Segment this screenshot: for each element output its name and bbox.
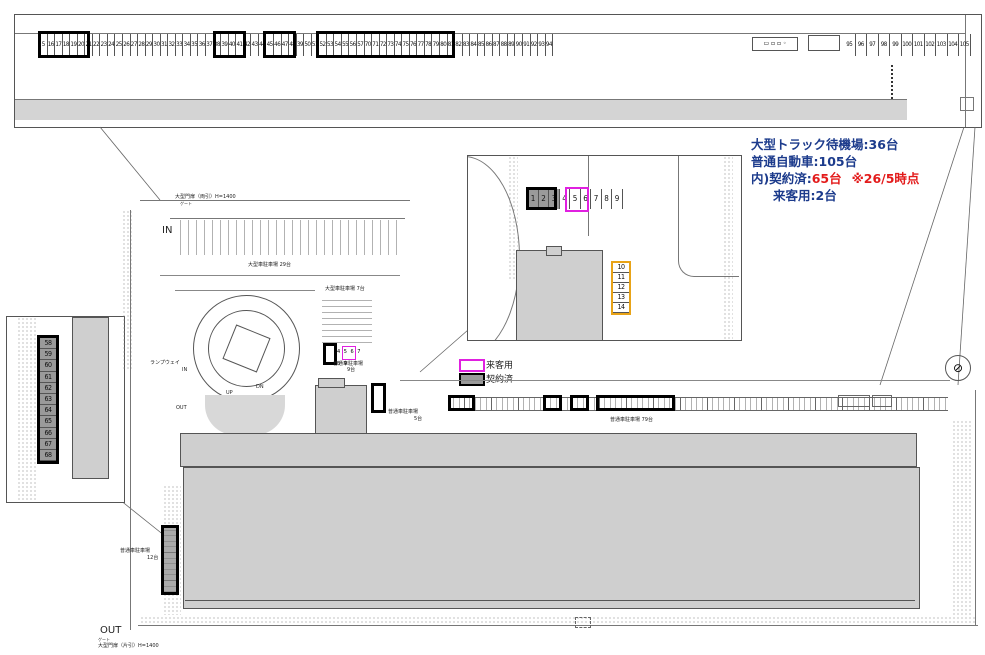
inset-left-building bbox=[72, 317, 109, 479]
small-truck-stalls bbox=[322, 298, 372, 343]
inset-left-stall: 59 bbox=[40, 349, 56, 361]
truck-area-label: 大型車駐車場 29台 bbox=[248, 262, 291, 268]
site-left-hedge bbox=[122, 210, 132, 370]
side-contracted-box bbox=[371, 383, 386, 413]
inset-left-stalls: 58 59 60 61 62 63 64 65 66 67 68 bbox=[37, 335, 59, 465]
side-car-area-label: 普通車駐車場 bbox=[388, 409, 419, 415]
long-contracted-box-4 bbox=[596, 395, 675, 411]
ramp-label: ランプウェイ bbox=[150, 360, 180, 366]
inset-side-stall: 14 bbox=[613, 303, 629, 313]
truck-area-top-line bbox=[170, 218, 405, 219]
truck-parking-stalls bbox=[180, 220, 400, 255]
out-label: OUT bbox=[100, 625, 122, 636]
legend-visitor-swatch bbox=[459, 359, 485, 372]
warehouse-upper-block bbox=[180, 433, 917, 467]
inset-left-stall: 62 bbox=[40, 382, 56, 394]
inset-building bbox=[516, 250, 603, 340]
warehouse-dock-line bbox=[185, 600, 915, 611]
warehouse-main-block bbox=[183, 467, 920, 609]
center-visitor-box bbox=[342, 346, 356, 360]
bottom-marker-box bbox=[575, 617, 591, 628]
inset-left-stall: 68 bbox=[40, 449, 56, 462]
north-compass-icon: ⊘ bbox=[945, 355, 971, 381]
in-label: IN bbox=[162, 225, 173, 236]
ramp-out-label: OUT bbox=[176, 405, 187, 411]
inset-left-hedge bbox=[17, 317, 37, 502]
inset-visitor-box bbox=[565, 187, 589, 212]
inset-left-stall: 64 bbox=[40, 405, 56, 417]
legend-contracted-label: 契約済 bbox=[486, 375, 514, 385]
site-bottom-boundary bbox=[138, 625, 978, 626]
site-right-hedge bbox=[952, 420, 972, 615]
truck-lane-line-2 bbox=[175, 290, 315, 291]
summary-panel: 大型トラック待機場:36台 普通自動車:105台 内)契約済:65台 ※26/5時… bbox=[751, 136, 919, 204]
truck-lane-line bbox=[160, 275, 400, 276]
inset-left-stall: 63 bbox=[40, 393, 56, 406]
gate-bottom-sub: ゲート bbox=[98, 637, 110, 642]
contracted-prefix: 内)契約済: bbox=[751, 171, 812, 186]
site-bottom-hedge bbox=[140, 616, 975, 624]
long-row-road-line bbox=[400, 380, 950, 381]
inset-contracted-box bbox=[526, 187, 557, 210]
inset-left-stall: 66 bbox=[40, 427, 56, 439]
long-contracted-box-3 bbox=[570, 395, 589, 411]
contracted-count: 65台 bbox=[811, 171, 842, 186]
inset-left: 58 59 60 61 62 63 64 65 66 67 68 bbox=[6, 316, 125, 503]
left-car-area-label: 普通車駐車場 bbox=[120, 548, 151, 554]
inset-left-stall: 61 bbox=[40, 371, 56, 383]
inset-side-stall: 10 bbox=[613, 263, 629, 273]
side-car-area-count: 5台 bbox=[414, 416, 423, 422]
left-car-area-count: 12台 bbox=[147, 555, 159, 561]
gate-top-label: 大型門扉（両引）H=1400 bbox=[175, 194, 236, 200]
truck-area-small-label: 大型車駐車場 7台 bbox=[325, 286, 365, 292]
center-car-area-count: 9台 bbox=[347, 367, 356, 373]
inset-side-stall: 11 bbox=[613, 273, 629, 283]
long-car-area-label: 普通車駐車場 79台 bbox=[610, 417, 653, 423]
inset-right-stall: 8 bbox=[602, 189, 612, 209]
inset-left-stall: 58 bbox=[40, 338, 56, 350]
inset-left-stall: 60 bbox=[40, 360, 56, 372]
inset-building-notch bbox=[546, 246, 562, 256]
inset-right-stall: 9 bbox=[612, 189, 623, 209]
inset-side-stall: 13 bbox=[613, 293, 629, 303]
site-right-boundary bbox=[975, 390, 976, 625]
inset-right: 123456789 10 11 12 13 14 bbox=[467, 155, 742, 341]
cars-total-text: 普通自動車:105台 bbox=[751, 154, 858, 169]
ramp-base bbox=[205, 395, 285, 435]
legend-visitor-label: 来客用 bbox=[486, 361, 514, 371]
contracted-line: 内)契約済:65台 ※26/5時点 bbox=[751, 170, 919, 187]
visitor-text: 来客用:2台 bbox=[773, 188, 837, 203]
long-contracted-box-1 bbox=[448, 395, 475, 411]
gate-bottom-label: 大型門扉（片引）H=1400 bbox=[98, 643, 159, 649]
long-row-box bbox=[872, 395, 892, 407]
ramp-building-top bbox=[318, 378, 345, 388]
long-row-equipment bbox=[838, 395, 870, 407]
inset-side-stalls: 10 11 12 13 14 bbox=[611, 261, 631, 315]
inset-left-stall: 65 bbox=[40, 416, 56, 428]
inset-side-stall: 12 bbox=[613, 283, 629, 293]
inset-hedge-right bbox=[723, 156, 733, 340]
inset-left-stall: 67 bbox=[40, 438, 56, 450]
ramp-up-label: UP bbox=[226, 390, 233, 396]
gate-top-sub: ゲート bbox=[180, 201, 192, 206]
inset-right-stall: 7 bbox=[591, 189, 602, 209]
contracted-note: ※26/5時点 bbox=[851, 171, 920, 186]
left-contracted-box bbox=[161, 525, 179, 595]
long-contracted-box-2 bbox=[543, 395, 562, 411]
ramp-building bbox=[315, 385, 367, 437]
ramp-dn-label: DN bbox=[256, 384, 264, 390]
truck-waiting-text: 大型トラック待機場:36台 bbox=[751, 137, 899, 152]
ramp-in-label: IN bbox=[182, 367, 188, 373]
